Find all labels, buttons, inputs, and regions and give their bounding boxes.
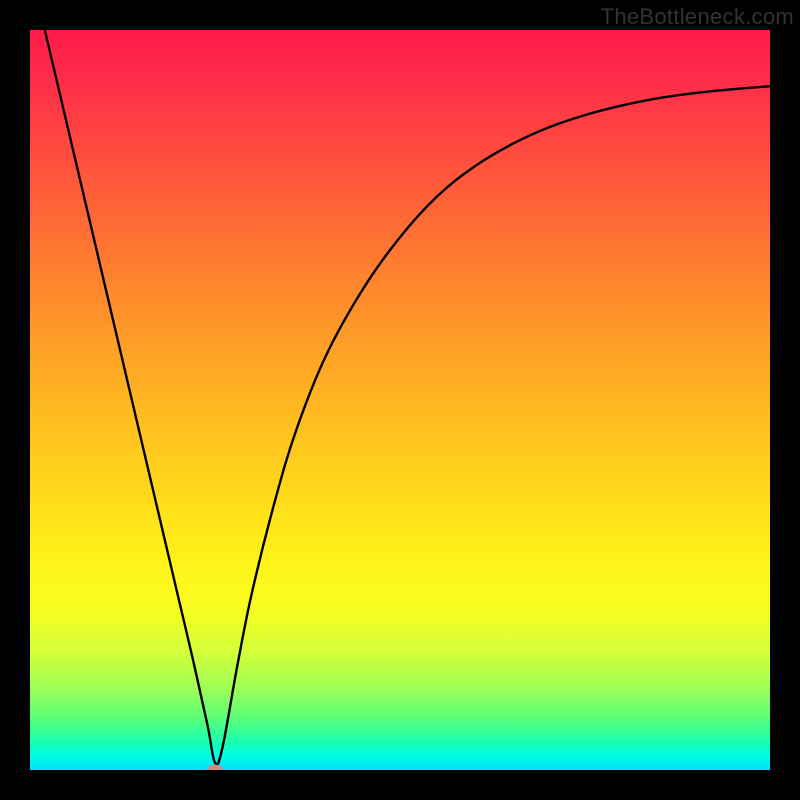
curve-path bbox=[45, 30, 770, 764]
watermark-text: TheBottleneck.com bbox=[601, 4, 794, 30]
plot-area bbox=[30, 30, 770, 770]
optimal-point-marker bbox=[207, 765, 223, 771]
chart-frame: TheBottleneck.com bbox=[0, 0, 800, 800]
bottleneck-curve bbox=[30, 30, 770, 770]
